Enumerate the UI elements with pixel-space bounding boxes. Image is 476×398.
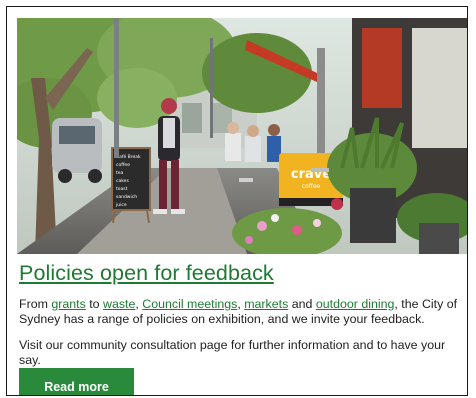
cafe-sub-text: coffee	[302, 183, 321, 190]
board-line: cakes	[116, 178, 129, 184]
board-line: toast	[116, 186, 128, 192]
read-more-button[interactable]: Read more	[19, 368, 134, 395]
outdoor-dining-link[interactable]: outdoor dining	[316, 297, 395, 311]
council-meetings-link[interactable]: Council meetings	[142, 297, 237, 311]
waste-link[interactable]: waste	[103, 297, 135, 311]
board-line: juice	[115, 202, 127, 208]
article-summary: From grants to waste, Council meetings, …	[19, 297, 465, 327]
summary-text: to	[85, 297, 104, 311]
board-line: sandwich	[116, 194, 137, 200]
consultation-text: Visit our community consultation page fo…	[19, 338, 446, 367]
article-headline-link[interactable]: Policies open for feedback	[19, 261, 274, 286]
summary-text: and	[288, 297, 316, 311]
board-line: coffee	[116, 162, 130, 168]
summary-text: From	[19, 297, 52, 311]
news-card: Café Break coffee tea cakes toast sandwi…	[6, 6, 468, 396]
street-cafe-photo: Café Break coffee tea cakes toast sandwi…	[17, 18, 467, 254]
markets-link[interactable]: markets	[244, 297, 288, 311]
grants-link[interactable]: grants	[51, 297, 85, 311]
board-line: Café Break	[116, 153, 141, 160]
board-line: tea	[116, 170, 124, 176]
